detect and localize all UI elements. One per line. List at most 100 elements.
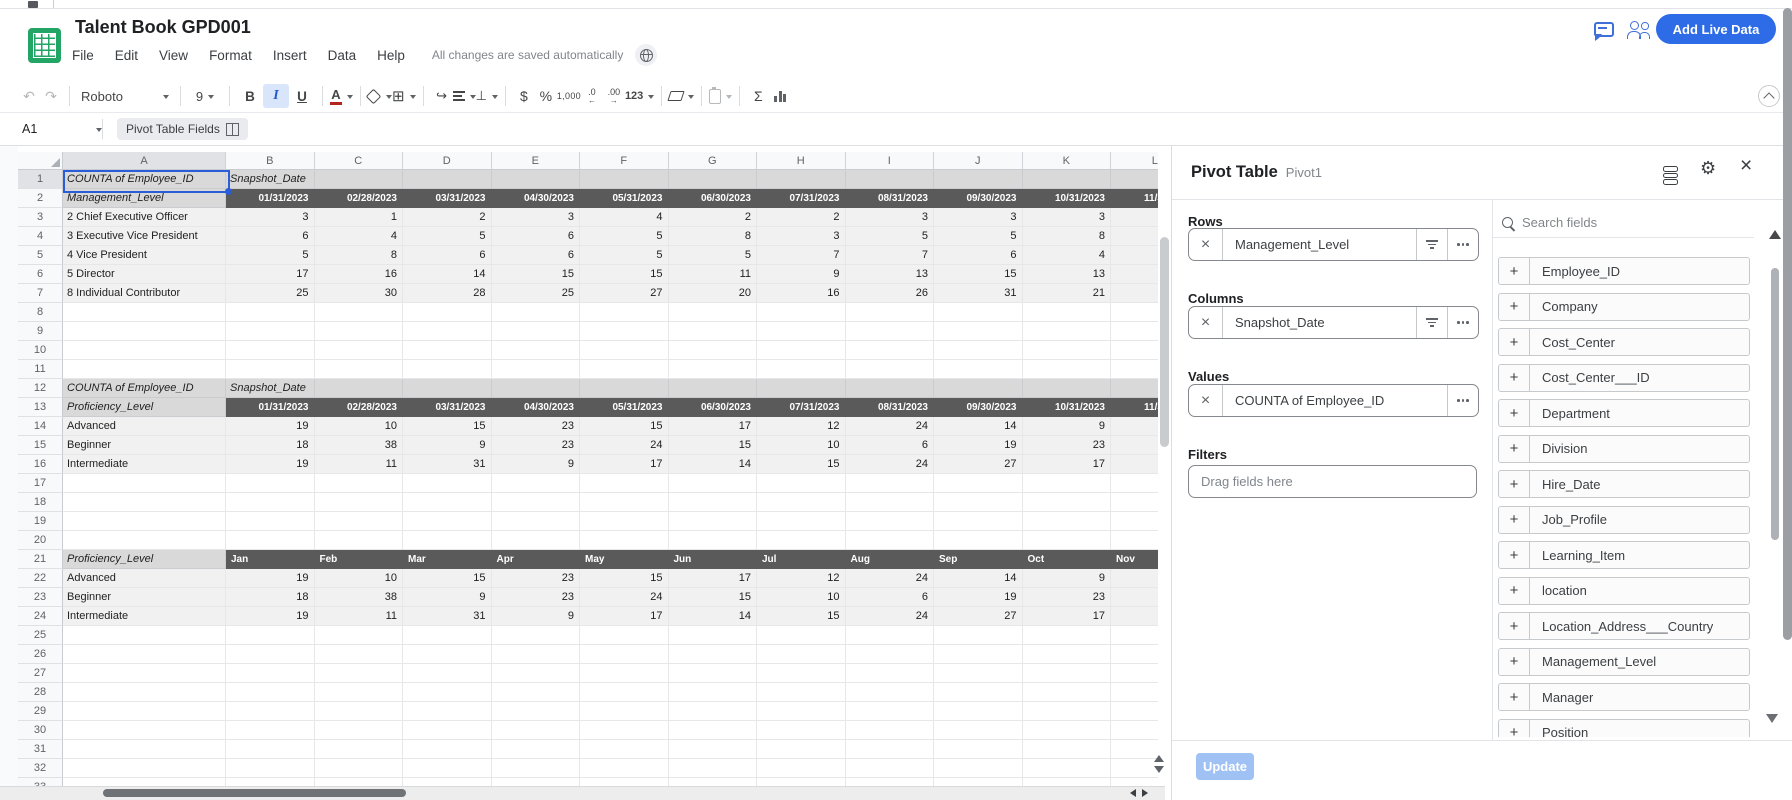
cell-J10[interactable] [934, 341, 1023, 360]
cell-F21[interactable]: May [580, 550, 669, 569]
cell-F14[interactable]: 15 [580, 417, 669, 436]
cell-A18[interactable] [63, 493, 226, 512]
add-field-icon[interactable]: + [1499, 720, 1530, 738]
page-scrollbar[interactable] [1783, 8, 1792, 640]
cell-H10[interactable] [757, 341, 846, 360]
cell-D26[interactable] [403, 645, 492, 664]
cell-F24[interactable]: 17 [580, 607, 669, 626]
cell-A30[interactable] [63, 721, 226, 740]
cell-G19[interactable] [669, 512, 758, 531]
percent-format-button[interactable]: % [535, 84, 557, 108]
cell-H17[interactable] [757, 474, 846, 493]
cell-F20[interactable] [580, 531, 669, 550]
cell-G18[interactable] [669, 493, 758, 512]
cell-K1[interactable] [1023, 170, 1112, 189]
cell-F4[interactable]: 5 [580, 227, 669, 246]
grid-horizontal-scrollbar-thumb[interactable] [103, 789, 406, 797]
field-item-location[interactable]: +location [1498, 577, 1750, 605]
cell-J18[interactable] [934, 493, 1023, 512]
field-item-hire_date[interactable]: +Hire_Date [1498, 470, 1750, 498]
scroll-up-icon[interactable] [1154, 750, 1164, 762]
cell-E10[interactable] [492, 341, 581, 360]
cell-B2[interactable]: 01/31/2023 [226, 189, 315, 208]
col-header-E[interactable]: E [492, 152, 581, 170]
cell-K27[interactable] [1023, 664, 1112, 683]
cell-D31[interactable] [403, 740, 492, 759]
cell-J15[interactable]: 19 [934, 436, 1023, 455]
cell-D6[interactable]: 14 [403, 265, 492, 284]
cell-C20[interactable] [315, 531, 404, 550]
cell-F30[interactable] [580, 721, 669, 740]
cell-L14[interactable] [1111, 417, 1158, 436]
cell-D1[interactable] [403, 170, 492, 189]
cell-D8[interactable] [403, 303, 492, 322]
decrease-decimals-button[interactable]: .0← [581, 84, 603, 108]
spreadsheet-logo-icon[interactable] [28, 28, 61, 63]
col-header-B[interactable]: B [226, 152, 315, 170]
more-options-icon[interactable] [1447, 229, 1478, 260]
cell-D24[interactable]: 31 [403, 607, 492, 626]
cell-K11[interactable] [1023, 360, 1112, 379]
cell-E3[interactable]: 3 [492, 208, 581, 227]
cell-I31[interactable] [846, 740, 935, 759]
cell-G5[interactable]: 5 [669, 246, 758, 265]
menu-format[interactable]: Format [209, 48, 252, 63]
cell-B24[interactable]: 19 [226, 607, 315, 626]
cell-I4[interactable]: 5 [846, 227, 935, 246]
cell-B31[interactable] [226, 740, 315, 759]
cell-C19[interactable] [315, 512, 404, 531]
cell-G15[interactable]: 15 [669, 436, 758, 455]
col-header-J[interactable]: J [934, 152, 1023, 170]
col-header-D[interactable]: D [403, 152, 492, 170]
underline-button[interactable]: U [289, 84, 315, 108]
cell-F17[interactable] [580, 474, 669, 493]
cell-H13[interactable]: 07/31/2023 [757, 398, 846, 417]
cell-E28[interactable] [492, 683, 581, 702]
cell-B22[interactable]: 19 [226, 569, 315, 588]
cell-K17[interactable] [1023, 474, 1112, 493]
cell-J14[interactable]: 14 [934, 417, 1023, 436]
cell-L9[interactable] [1111, 322, 1158, 341]
cell-H6[interactable]: 9 [757, 265, 846, 284]
cell-G24[interactable]: 14 [669, 607, 758, 626]
row-header-25[interactable]: 25 [18, 626, 63, 645]
cell-J31[interactable] [934, 740, 1023, 759]
sum-functions-button[interactable]: Σ [747, 84, 769, 108]
cell-E24[interactable]: 9 [492, 607, 581, 626]
scroll-right-icon[interactable] [1142, 789, 1152, 797]
cell-A9[interactable] [63, 322, 226, 341]
add-field-icon[interactable]: + [1499, 542, 1530, 568]
cell-F31[interactable] [580, 740, 669, 759]
paste-special-button[interactable] [709, 84, 732, 108]
add-field-icon[interactable]: + [1499, 649, 1530, 675]
cell-H30[interactable] [757, 721, 846, 740]
cell-B33[interactable] [226, 778, 315, 786]
cell-D25[interactable] [403, 626, 492, 645]
cell-C18[interactable] [315, 493, 404, 512]
add-field-icon[interactable]: + [1499, 684, 1530, 710]
fill-handle[interactable] [225, 188, 232, 195]
cell-C11[interactable] [315, 360, 404, 379]
row-header-1[interactable]: 1 [18, 170, 63, 189]
cell-B1[interactable]: Snapshot_Date [226, 170, 315, 189]
cell-L21[interactable]: Nov [1111, 550, 1158, 569]
cell-H11[interactable] [757, 360, 846, 379]
cell-J1[interactable] [934, 170, 1023, 189]
cell-I26[interactable] [846, 645, 935, 664]
cell-G26[interactable] [669, 645, 758, 664]
cell-J12[interactable] [934, 379, 1023, 398]
cell-L33[interactable] [1111, 778, 1158, 786]
cell-name-box[interactable]: A1 [0, 122, 102, 136]
grid-vertical-scrollbar[interactable] [1160, 237, 1169, 447]
cell-E1[interactable] [492, 170, 581, 189]
cell-L5[interactable] [1111, 246, 1158, 265]
cell-A14[interactable]: Advanced [63, 417, 226, 436]
scroll-left-icon[interactable] [1126, 789, 1136, 797]
cell-J30[interactable] [934, 721, 1023, 740]
cell-J29[interactable] [934, 702, 1023, 721]
cell-F2[interactable]: 05/31/2023 [580, 189, 669, 208]
currency-format-button[interactable]: $ [513, 84, 535, 108]
cell-E29[interactable] [492, 702, 581, 721]
cell-C24[interactable]: 11 [315, 607, 404, 626]
cell-G9[interactable] [669, 322, 758, 341]
